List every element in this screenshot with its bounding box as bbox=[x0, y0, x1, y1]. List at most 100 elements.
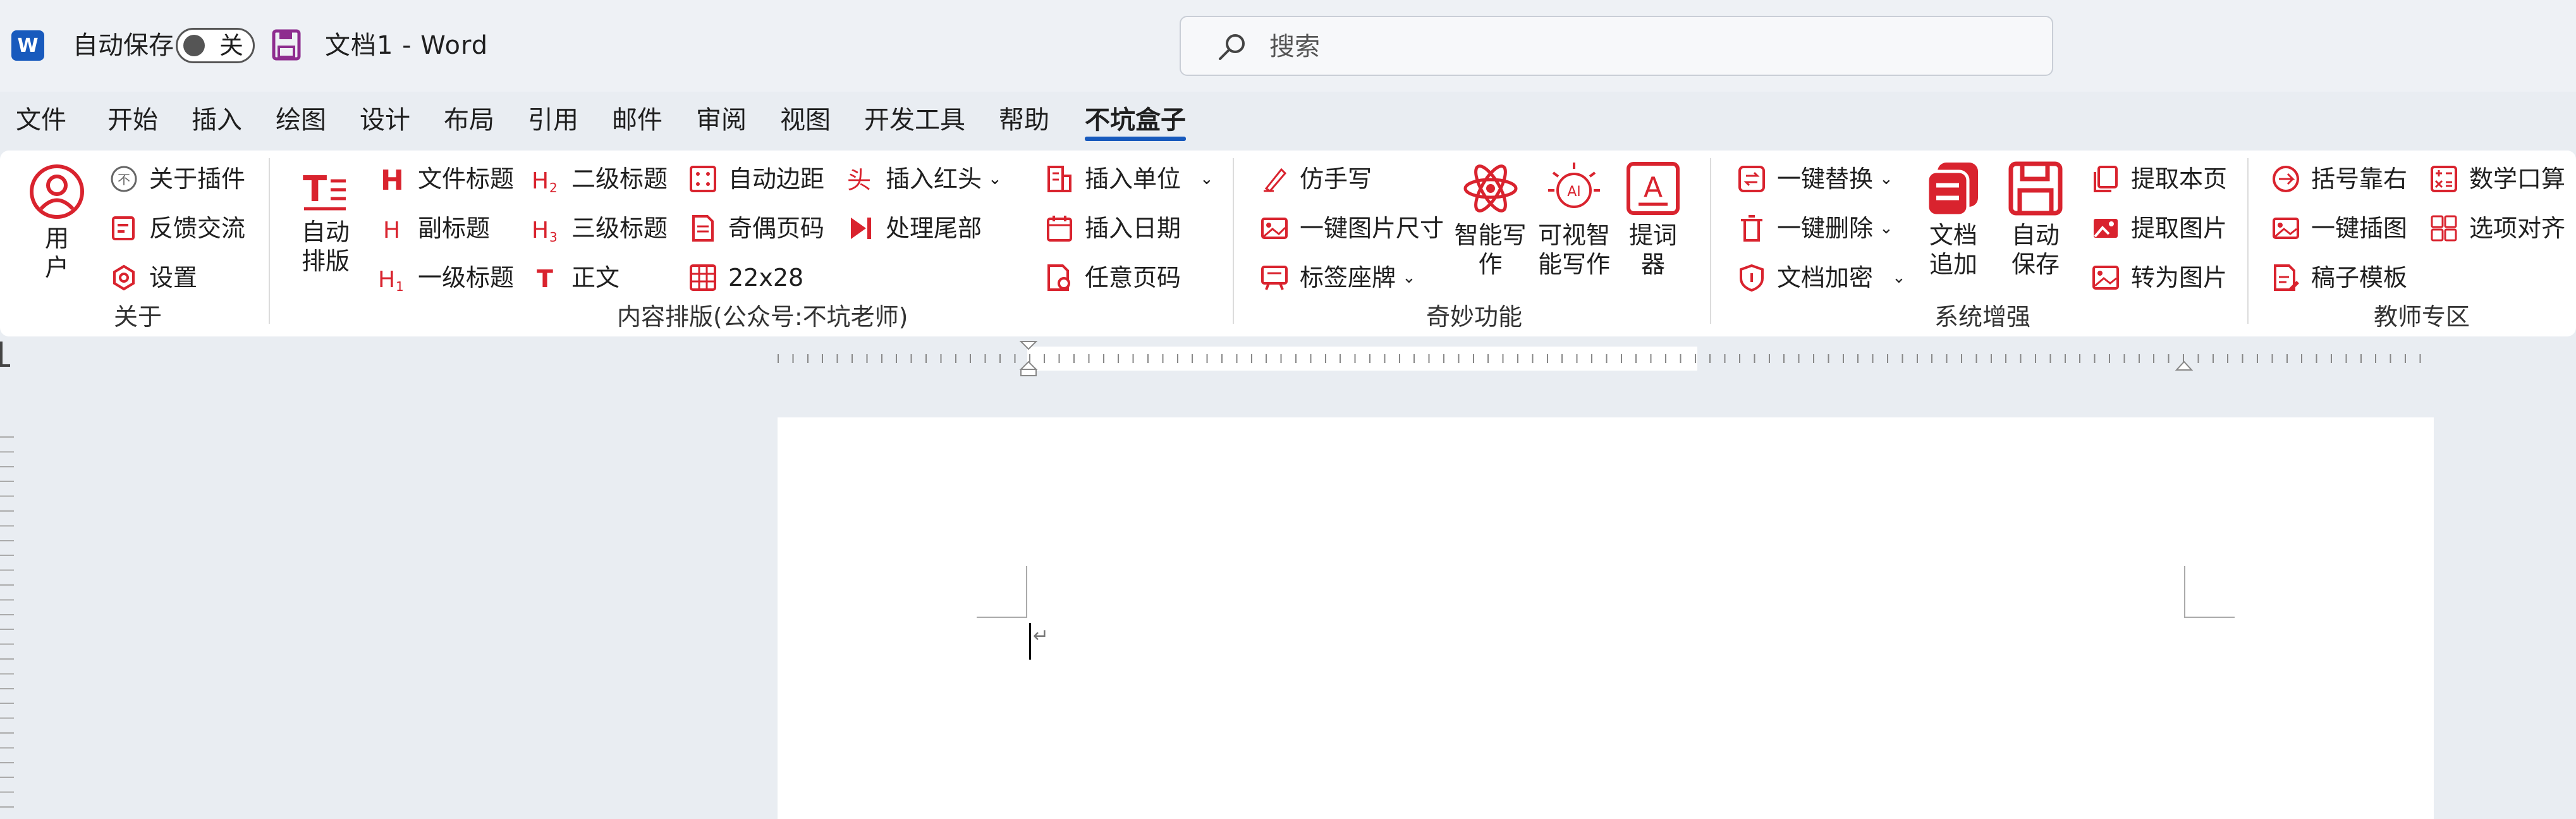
auto-layout-label: 自动排版 bbox=[301, 218, 350, 275]
auto-save-button[interactable]: 自动保存 bbox=[2004, 160, 2067, 279]
bracket-right-button[interactable]: 括号靠右 bbox=[2269, 160, 2407, 198]
svg-text:H: H bbox=[381, 164, 404, 194]
smart-write-button[interactable]: 智能写作 bbox=[1454, 160, 1527, 279]
building-icon bbox=[1043, 163, 1076, 195]
trash-icon bbox=[1735, 212, 1768, 245]
tab-mailings[interactable]: 邮件 bbox=[612, 101, 662, 139]
insert-red-header-label: 插入红头 bbox=[886, 165, 982, 193]
subtitle-button[interactable]: H 副标题 bbox=[376, 209, 490, 247]
tab-home[interactable]: 开始 bbox=[107, 101, 158, 139]
feedback-button[interactable]: 反馈交流 bbox=[107, 209, 245, 247]
tab-help[interactable]: 帮助 bbox=[999, 101, 1049, 139]
visual-smart-write-label: 可视智能写作 bbox=[1537, 221, 1610, 278]
one-click-delete-label: 一键删除 bbox=[1777, 214, 1874, 242]
play-end-icon bbox=[844, 212, 877, 245]
doc-encrypt-button[interactable]: 文档加密 ⌄ bbox=[1735, 259, 1906, 297]
search-box[interactable]: 搜索 bbox=[1180, 16, 2053, 76]
page-number-icon bbox=[687, 212, 719, 245]
bracket-right-label: 括号靠右 bbox=[2311, 165, 2408, 193]
process-tail-button[interactable]: 处理尾部 bbox=[844, 209, 982, 247]
chevron-down-icon: ⌄ bbox=[1892, 268, 1906, 287]
extract-page-button[interactable]: 提取本页 bbox=[2089, 160, 2227, 198]
auto-layout-button[interactable]: T 自动排版 bbox=[297, 163, 354, 276]
one-click-delete-button[interactable]: 一键删除 ⌄ bbox=[1735, 209, 1893, 247]
one-click-insert-image-button[interactable]: 一键插图 bbox=[2269, 209, 2407, 247]
svg-text:头: 头 bbox=[847, 166, 871, 194]
crop-mark-right bbox=[2184, 566, 2235, 618]
insert-red-header-button[interactable]: 头 插入红头 ⌄ bbox=[844, 160, 1002, 198]
tab-layout[interactable]: 布局 bbox=[444, 101, 494, 139]
group-divider bbox=[1233, 158, 1234, 324]
tab-bukeng-box[interactable]: 不坑盒子 bbox=[1085, 101, 1186, 139]
autosave-state: 关 bbox=[219, 32, 244, 59]
h1-button[interactable]: H1 一级标题 bbox=[376, 259, 514, 297]
autosave-toggle[interactable]: 关 bbox=[176, 28, 255, 63]
any-page-number-button[interactable]: 任意页码 bbox=[1043, 259, 1181, 297]
autosave-label: 自动保存 bbox=[73, 31, 174, 60]
tab-file[interactable]: 文件 bbox=[16, 101, 66, 139]
odd-even-page-button[interactable]: 奇偶页码 bbox=[687, 209, 824, 247]
doc-append-button[interactable]: 文档追加 bbox=[1922, 160, 1985, 279]
svg-text:H: H bbox=[378, 267, 395, 292]
insert-date-button[interactable]: 插入日期 bbox=[1043, 209, 1181, 247]
ribbon-panel: 用户 不 关于插件 反馈交流 设置 关于 T 自动排版 H 文件标题 H 副标题… bbox=[0, 151, 2576, 336]
to-image-button[interactable]: 转为图片 bbox=[2089, 259, 2227, 297]
doc-append-label: 文档追加 bbox=[1929, 221, 1977, 278]
one-click-replace-button[interactable]: 一键替换 ⌄ bbox=[1735, 160, 1893, 198]
tab-review[interactable]: 审阅 bbox=[696, 101, 747, 139]
svg-text:2: 2 bbox=[549, 180, 558, 194]
tab-references[interactable]: 引用 bbox=[528, 101, 578, 139]
insert-unit-button[interactable]: 插入单位 ⌄ bbox=[1043, 160, 1214, 198]
h2-label: 二级标题 bbox=[571, 165, 668, 193]
red-header-icon: 头 bbox=[844, 163, 877, 195]
h1-icon: H1 bbox=[376, 261, 409, 294]
document-page[interactable] bbox=[778, 417, 2434, 819]
tab-developer[interactable]: 开发工具 bbox=[864, 101, 965, 139]
extract-image-label: 提取图片 bbox=[2131, 214, 2228, 242]
about-plugin-button[interactable]: 不 关于插件 bbox=[107, 160, 245, 198]
user-icon bbox=[30, 164, 84, 219]
auto-margin-button[interactable]: 自动边距 bbox=[687, 160, 824, 198]
teleprompter-button[interactable]: A 提词器 bbox=[1625, 160, 1682, 279]
svg-text:不: 不 bbox=[118, 172, 130, 187]
body-text-label: 正文 bbox=[571, 264, 620, 292]
label-seat-button[interactable]: 标签座牌 ⌄ bbox=[1258, 259, 1416, 297]
image-size-button[interactable]: 一键图片尺寸 bbox=[1258, 209, 1444, 247]
doc-title-button[interactable]: H 文件标题 bbox=[376, 160, 514, 198]
svg-text:1: 1 bbox=[396, 279, 404, 292]
math-oral-button[interactable]: 数学口算 bbox=[2427, 160, 2565, 198]
visual-smart-write-button[interactable]: AI 可视智能写作 bbox=[1536, 160, 1612, 279]
vertical-ruler[interactable] bbox=[0, 436, 14, 819]
manuscript-template-button[interactable]: 稿子模板 bbox=[2269, 259, 2407, 297]
any-page-number-label: 任意页码 bbox=[1085, 264, 1181, 292]
h3-button[interactable]: H3 三级标题 bbox=[530, 209, 668, 247]
option-align-button[interactable]: 选项对齐 bbox=[2427, 209, 2565, 247]
about-plugin-label: 关于插件 bbox=[149, 165, 246, 193]
extract-image-button[interactable]: 提取图片 bbox=[2089, 209, 2227, 247]
label-seat-label: 标签座牌 bbox=[1300, 264, 1396, 292]
tab-draw[interactable]: 绘图 bbox=[276, 101, 326, 139]
horizontal-ruler[interactable] bbox=[778, 341, 2434, 376]
tab-insert[interactable]: 插入 bbox=[192, 101, 242, 139]
tab-view[interactable]: 视图 bbox=[780, 101, 831, 139]
insert-image-icon bbox=[2269, 212, 2302, 245]
h2-button[interactable]: H2 二级标题 bbox=[530, 160, 668, 198]
settings-button[interactable]: 设置 bbox=[107, 259, 197, 297]
crop-mark-left bbox=[977, 566, 1027, 618]
abcd-align-icon bbox=[2427, 212, 2460, 245]
right-indent-marker-icon[interactable] bbox=[2175, 360, 2194, 371]
tab-design[interactable]: 设计 bbox=[360, 101, 410, 139]
body-text-button[interactable]: T 正文 bbox=[530, 259, 620, 297]
imitate-handwriting-button[interactable]: 仿手写 bbox=[1258, 160, 1372, 198]
auto-margin-label: 自动边距 bbox=[728, 165, 825, 193]
group-label-content: 内容排版(公众号:不坑老师) bbox=[617, 303, 908, 331]
indent-marker-icon[interactable] bbox=[1019, 340, 1038, 377]
subtitle-h-icon: H bbox=[376, 212, 409, 245]
chevron-down-icon: ⌄ bbox=[1879, 169, 1893, 188]
user-button[interactable]: 用户 bbox=[25, 163, 89, 282]
save-icon[interactable] bbox=[272, 29, 301, 61]
doc-append-icon bbox=[1926, 163, 1978, 217]
image-frame-icon bbox=[2089, 261, 2122, 294]
one-click-replace-label: 一键替换 bbox=[1777, 165, 1874, 193]
grid-22x28-button[interactable]: 22x28 bbox=[687, 259, 803, 297]
